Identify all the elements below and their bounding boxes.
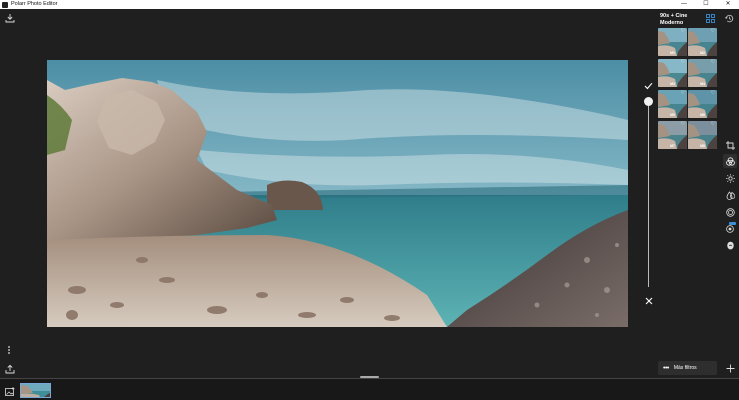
- media-icon[interactable]: [4, 385, 16, 397]
- filmstrip-resize-handle[interactable]: [360, 376, 379, 378]
- favorite-heart-icon[interactable]: ♡: [711, 122, 715, 127]
- favorite-heart-icon[interactable]: ♡: [711, 91, 715, 96]
- filmstrip-photo-thumbnail[interactable]: [20, 383, 51, 398]
- filter-strength-slider-handle[interactable]: [644, 97, 653, 106]
- filter-preset-thumbnail[interactable]: ♡ M2: [688, 28, 717, 56]
- filter-strength-slider[interactable]: [648, 101, 649, 287]
- lens-icon[interactable]: [724, 206, 736, 218]
- close-icon[interactable]: [643, 295, 655, 307]
- history-icon[interactable]: [724, 13, 735, 24]
- filter-preset-thumbnail[interactable]: ♡ M5: [658, 90, 687, 118]
- more-horizontal-icon: •••: [663, 364, 669, 372]
- plus-icon[interactable]: [724, 362, 736, 374]
- light-icon[interactable]: [724, 172, 736, 184]
- filter-collection-title: 90s + Cine Moderno: [660, 13, 688, 26]
- share-icon[interactable]: [4, 363, 16, 375]
- filter-preset-thumbnail[interactable]: ♡ M8: [688, 121, 717, 149]
- filter-icon[interactable]: [723, 154, 737, 168]
- favorite-heart-icon[interactable]: ♡: [681, 60, 685, 65]
- photo-canvas[interactable]: [47, 60, 628, 327]
- filter-preset-label: M1: [670, 51, 675, 55]
- title-bar: Polarr Photo Editor — ☐ ✕: [0, 0, 739, 9]
- download-icon[interactable]: [4, 12, 16, 24]
- filter-preset-label: M7: [670, 144, 675, 148]
- filmstrip: [0, 378, 739, 400]
- more-vertical-icon[interactable]: [3, 344, 15, 356]
- filter-preset-thumbnail[interactable]: ♡ M4: [688, 59, 717, 87]
- check-icon[interactable]: [642, 80, 654, 92]
- new-badge: [729, 222, 736, 225]
- more-filters-button[interactable]: ••• Más filtros: [658, 361, 717, 375]
- filter-preset-label: M5: [670, 113, 675, 117]
- filter-preset-label: M2: [700, 51, 705, 55]
- favorite-heart-icon[interactable]: ♡: [681, 91, 685, 96]
- grid-icon[interactable]: [705, 13, 716, 24]
- favorite-heart-icon[interactable]: ♡: [711, 60, 715, 65]
- close-window-button[interactable]: ✕: [717, 0, 739, 9]
- filter-preset-thumbnail[interactable]: ♡ M1: [658, 28, 687, 56]
- app-logo-icon: [2, 1, 8, 8]
- window-title: Polarr Photo Editor: [11, 1, 58, 7]
- face-icon[interactable]: [724, 239, 736, 251]
- maximize-button[interactable]: ☐: [695, 0, 717, 9]
- favorite-heart-icon[interactable]: ♡: [681, 122, 685, 127]
- filter-preset-thumbnail[interactable]: ♡ M3: [658, 59, 687, 87]
- favorite-heart-icon[interactable]: ♡: [711, 29, 715, 34]
- filter-preset-label: M4: [700, 82, 705, 86]
- filter-preset-thumbnail[interactable]: ♡ M7: [658, 121, 687, 149]
- filter-preset-label: M8: [700, 144, 705, 148]
- crop-icon[interactable]: [724, 139, 736, 151]
- filter-preset-label: M3: [670, 82, 675, 86]
- minimize-button[interactable]: —: [673, 0, 695, 9]
- color-icon[interactable]: [724, 189, 736, 201]
- filter-preset-label: M6: [700, 113, 705, 117]
- favorite-heart-icon[interactable]: ♡: [681, 29, 685, 34]
- filter-preset-thumbnail[interactable]: ♡ M6: [688, 90, 717, 118]
